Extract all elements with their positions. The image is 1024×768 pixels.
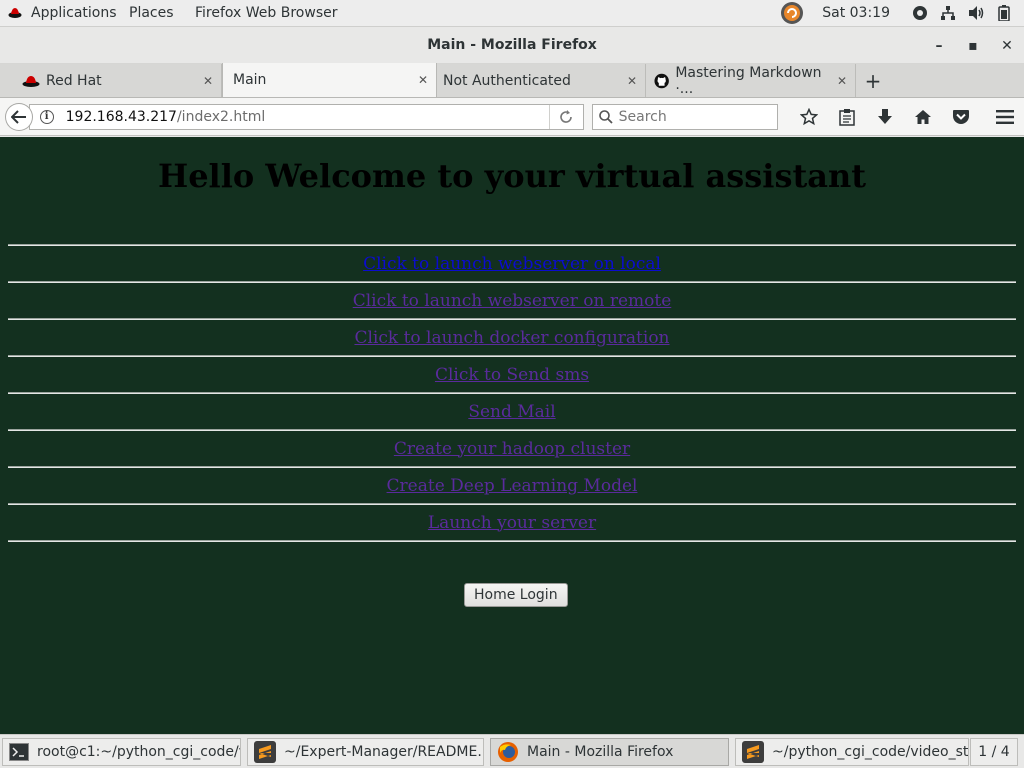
pocket-button[interactable]	[942, 109, 980, 125]
terminal-icon	[9, 742, 29, 761]
url-path: /index2.html	[176, 108, 266, 125]
search-icon	[598, 109, 613, 124]
taskbar-item-sublime-readme[interactable]: ~/Expert-Manager/README.md (...	[247, 737, 484, 766]
sublime-text-icon	[742, 740, 764, 763]
tab-close-icon[interactable]: ✕	[627, 74, 637, 88]
places-label: Places	[129, 5, 174, 21]
star-icon	[800, 107, 818, 125]
download-arrow-icon	[878, 108, 892, 124]
taskbar-item-firefox[interactable]: Main - Mozilla Firefox	[490, 737, 729, 766]
tab-label: Mastering Markdown ·...	[675, 64, 822, 97]
bookmark-star-button[interactable]	[790, 107, 828, 126]
back-button[interactable]	[5, 102, 33, 131]
workspace-switcher[interactable]: 1 / 4	[970, 738, 1018, 766]
divider	[8, 540, 1016, 542]
site-info-icon[interactable]: i	[39, 109, 54, 124]
tab-not-authenticated[interactable]: Not Authenticated ✕	[437, 64, 646, 97]
pocket-icon	[953, 109, 969, 124]
close-window-button[interactable]: ✕	[990, 38, 1024, 54]
downloads-button[interactable]	[866, 108, 904, 126]
window-titlebar[interactable]: Main - Mozilla Firefox – ▪ ✕	[0, 27, 1024, 64]
new-tab-button[interactable]: +	[856, 64, 890, 97]
search-bar[interactable]: Search	[591, 103, 778, 130]
gnome-top-bar: Applications Places Firefox Web Browser …	[0, 0, 1024, 27]
tab-strip: Red Hat ✕ Main ✕ Not Authenticated ✕ Mas…	[0, 63, 1024, 98]
sublime-text-icon	[254, 740, 276, 763]
tab-main[interactable]: Main ✕	[222, 63, 437, 97]
hamburger-menu-button[interactable]	[986, 109, 1024, 124]
taskbar-item-label: ~/Expert-Manager/README.md (...	[284, 743, 484, 760]
tab-mastering-markdown[interactable]: Mastering Markdown ·... ✕	[646, 64, 856, 97]
link-send-mail[interactable]: Send Mail	[468, 402, 555, 422]
taskbar-item-terminal[interactable]: root@c1:~/python_cgi_code/vid...	[2, 737, 241, 766]
home-button[interactable]	[904, 109, 942, 125]
clipboard-icon	[839, 108, 855, 126]
url-host: 192.168.43.217	[65, 108, 177, 125]
taskbar-item-label: ~/python_cgi_code/video_strea...	[772, 743, 969, 760]
active-app-menu[interactable]: Firefox Web Browser	[183, 5, 338, 21]
tab-label: Main	[233, 72, 267, 88]
url-bar[interactable]: i 192.168.43.217/index2.html	[28, 103, 584, 130]
tab-close-icon[interactable]: ✕	[837, 74, 847, 88]
link-docker-configuration[interactable]: Click to launch docker configuration	[354, 328, 669, 348]
maximize-button[interactable]: ▪	[956, 38, 990, 54]
home-icon	[915, 109, 931, 124]
link-launch-server[interactable]: Launch your server	[428, 513, 596, 533]
clock[interactable]: Sat 03:19	[822, 5, 890, 21]
link-send-sms[interactable]: Click to Send sms	[435, 365, 589, 385]
window-list-taskbar: root@c1:~/python_cgi_code/vid... ~/Exper…	[0, 734, 1024, 768]
applications-menu[interactable]: Applications	[0, 5, 117, 21]
back-arrow-icon	[10, 109, 26, 124]
volume-icon[interactable]	[968, 5, 986, 21]
tab-label: Not Authenticated	[443, 72, 571, 89]
hamburger-icon	[996, 109, 1014, 124]
link-webserver-remote[interactable]: Click to launch webserver on remote	[353, 291, 672, 311]
tab-close-icon[interactable]: ✕	[203, 74, 213, 88]
tab-label: Red Hat	[46, 72, 102, 89]
page-heading: Hello Welcome to your virtual assistant	[157, 157, 867, 195]
link-webserver-local[interactable]: Click to launch webserver on local	[363, 254, 661, 274]
home-login-button[interactable]: Home Login	[464, 583, 568, 607]
firefox-icon	[498, 741, 518, 762]
menu-links: Click to launch webserver on local Click…	[0, 244, 1024, 542]
reload-button[interactable]	[548, 104, 583, 129]
navigation-toolbar: i 192.168.43.217/index2.html Search	[0, 98, 1024, 136]
taskbar-item-label: root@c1:~/python_cgi_code/vid...	[37, 743, 240, 760]
reload-icon	[560, 109, 572, 123]
tab-close-icon[interactable]: ✕	[418, 73, 428, 87]
minimize-button[interactable]: –	[922, 38, 956, 54]
page-content: Hello Welcome to your virtual assistant …	[0, 137, 1024, 734]
taskbar-item-label: Main - Mozilla Firefox	[527, 743, 674, 760]
places-menu[interactable]: Places	[117, 5, 183, 21]
tab-red-hat[interactable]: Red Hat ✕	[0, 64, 222, 97]
accessibility-icon[interactable]	[912, 5, 928, 21]
link-deep-learning-model[interactable]: Create Deep Learning Model	[387, 476, 638, 496]
update-notifier-icon[interactable]	[780, 1, 804, 25]
network-icon[interactable]	[940, 5, 956, 21]
redhat-logo-icon	[8, 8, 22, 18]
window-title: Main - Mozilla Firefox	[427, 37, 597, 53]
battery-icon[interactable]	[998, 5, 1010, 21]
link-hadoop-cluster[interactable]: Create your hadoop cluster	[394, 439, 630, 459]
search-placeholder: Search	[618, 108, 667, 125]
reading-list-button[interactable]	[828, 108, 866, 126]
applications-label: Applications	[31, 5, 117, 21]
github-favicon-icon	[654, 73, 669, 88]
redhat-favicon-icon	[22, 75, 40, 87]
taskbar-item-sublime-video[interactable]: ~/python_cgi_code/video_strea...	[735, 737, 969, 766]
active-app-label: Firefox Web Browser	[195, 5, 338, 21]
